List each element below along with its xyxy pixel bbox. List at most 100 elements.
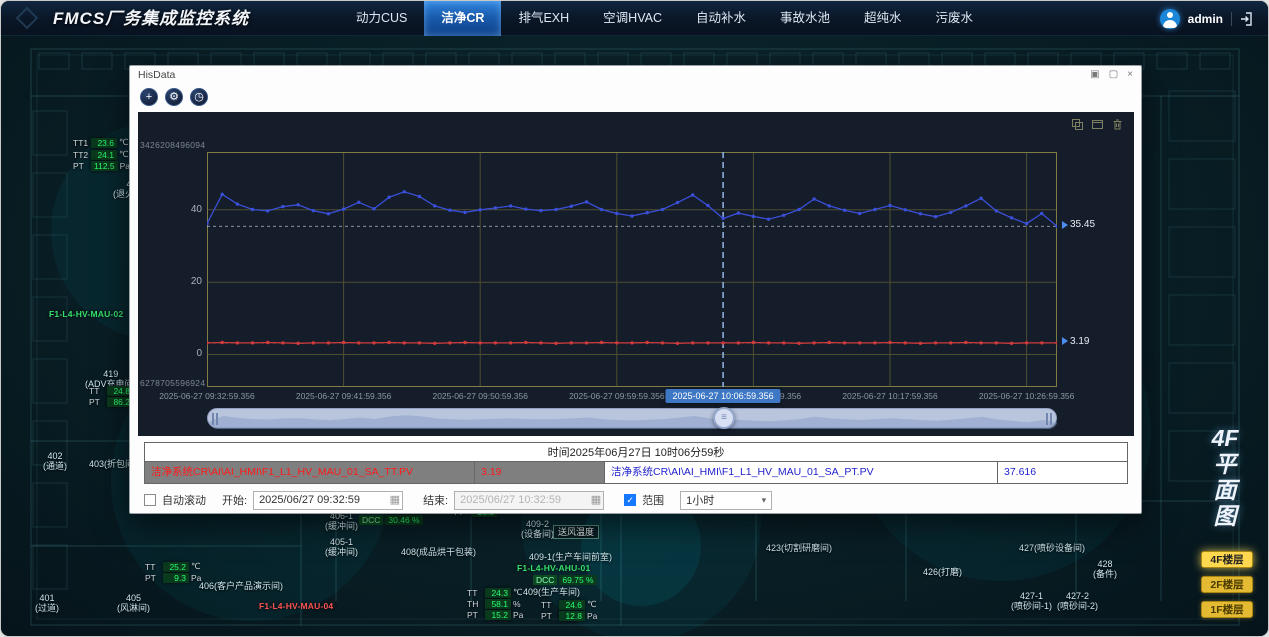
logout-icon[interactable] <box>1240 11 1256 27</box>
sensor-value: 24.6 <box>559 600 585 610</box>
values-table: 时间2025年06月27日 10时06分59秒 洁净系统CR\AI\AI_HMI… <box>144 442 1128 484</box>
user-avatar-icon[interactable] <box>1160 9 1180 29</box>
equipment-tag[interactable]: F1-L4-HV-MAU-02 <box>49 309 123 319</box>
sensor-row: TT224.1℃ <box>73 149 130 160</box>
chart-corner-icons <box>1071 118 1124 131</box>
auto-scroll-label: 自动滚动 <box>162 492 206 508</box>
chart-delete-icon[interactable] <box>1111 118 1124 131</box>
value-cell[interactable]: 3.19 <box>475 462 605 483</box>
floor-button-1[interactable]: 4F楼层 <box>1201 551 1253 568</box>
sensor-readout: TT24.6℃PT12.8Pa <box>541 599 597 622</box>
equipment-tag[interactable]: F1-L4-HV-MAU-04 <box>259 601 333 611</box>
value-cell[interactable]: 37.616 <box>998 462 1127 483</box>
floor-button-2[interactable]: 2F楼层 <box>1201 576 1253 593</box>
sensor-label: PT <box>467 610 483 620</box>
sensor-value: 9.3 <box>163 573 189 583</box>
avatar-head <box>1167 12 1173 18</box>
y-tick-label: 0 <box>176 348 202 359</box>
chart-copy-icon[interactable] <box>1071 118 1084 131</box>
user-name: admin <box>1188 12 1223 26</box>
app-frame: 430 (退火车间)419 (ADV充电间)402 (通道)403(折包间)40… <box>1 1 1268 636</box>
x-tick-label: 2025-06-27 10:17:59.356 <box>842 391 937 401</box>
sensor-unit: % <box>513 599 521 609</box>
nav-item-5[interactable]: 自动补水 <box>679 1 763 36</box>
room-label: 427-1 (喷砂间-1) <box>1011 591 1052 612</box>
sensor-readout: TT24.3℃TH58.1%PT15.2Pa <box>467 587 523 621</box>
interval-select[interactable]: 1小时 ▾ <box>680 491 772 510</box>
window-titlebar[interactable]: HisData ▣▢× <box>130 66 1141 84</box>
end-label: 结束: <box>423 492 448 508</box>
maximize-icon[interactable]: ▢ <box>1109 68 1118 82</box>
sensor-row: PT9.3Pa <box>145 573 201 583</box>
calendar-icon[interactable]: ▦ <box>390 493 400 506</box>
floor-button-3[interactable]: 1F楼层 <box>1201 601 1253 618</box>
restore-icon[interactable]: ▣ <box>1090 68 1099 82</box>
series-value-text: 35.45 <box>1070 219 1095 230</box>
dcc-value: 30.46 % <box>385 515 422 525</box>
room-label: 408(成品烘干包装) <box>401 547 476 557</box>
sensor-readout: TT25.2℃PT9.3Pa <box>145 561 201 584</box>
room-label: 402 (通道) <box>43 451 67 472</box>
divider <box>1231 12 1232 26</box>
settings-button[interactable]: ⚙ <box>165 88 183 106</box>
sensor-unit: ℃ <box>119 149 129 160</box>
sensor-row: PT12.8Pa <box>541 611 597 621</box>
range-label: 范围 <box>642 492 664 508</box>
room-label: 427(喷砂设备间) <box>1019 543 1085 553</box>
scrollbar-left-grip[interactable] <box>212 413 218 425</box>
tag-cell[interactable]: 洁净系统CR\AI\AI_HMI\F1_L1_HV_MAU_01_SA_TT.P… <box>145 462 475 483</box>
sensor-label: PT <box>541 611 557 621</box>
sensor-value: 15.2 <box>485 610 511 620</box>
start-datetime-input[interactable] <box>253 491 403 510</box>
nav-item-3[interactable]: 排气EXH <box>501 1 586 36</box>
sensor-unit: ℃ <box>513 587 523 598</box>
time-scrollbar[interactable]: ≡ <box>207 408 1057 428</box>
sensor-label: PT <box>145 573 161 583</box>
time-controls: 自动滚动 开始: ▦ 结束: ▦ ✓ 范围 1小时 ▾ <box>144 490 772 510</box>
range-checkbox[interactable]: ✓ <box>624 494 636 506</box>
sensor-label: PT <box>73 161 89 171</box>
sensor-row: TT25.2℃ <box>145 561 201 572</box>
nav-item-7[interactable]: 超纯水 <box>847 1 919 36</box>
app-logo-icon <box>16 7 39 30</box>
sensor-value: 58.1 <box>485 599 511 609</box>
sensor-row: TH58.1% <box>467 599 523 609</box>
y-tick-label: 20 <box>176 276 202 287</box>
sensor-unit: Pa <box>587 611 597 621</box>
dcc-readout[interactable]: DCC69.75 % <box>533 575 597 585</box>
axis-id-bottom: 6278705596924 <box>140 378 205 388</box>
end-datetime-input[interactable] <box>454 491 604 510</box>
sensor-unit: Pa <box>513 610 523 620</box>
scrollbar-handle[interactable]: ≡ <box>713 407 735 429</box>
sensor-value: 12.8 <box>559 611 585 621</box>
sensor-label: TH <box>467 599 483 609</box>
user-area: admin <box>1160 1 1256 36</box>
nav-item-8[interactable]: 污废水 <box>919 1 991 36</box>
x-tick-label: 2025-06-27 09:50:59.356 <box>432 391 527 401</box>
nav-item-1[interactable]: 动力CUS <box>339 1 424 36</box>
room-label: 405 (风淋间) <box>117 593 150 614</box>
auto-scroll-checkbox[interactable] <box>144 494 156 506</box>
nav-item-2[interactable]: 洁净CR <box>424 1 501 36</box>
floor-selector: 4F楼层 2F楼层 1F楼层 <box>1201 551 1253 626</box>
dcc-label: DCC <box>359 515 383 525</box>
nav-item-6[interactable]: 事故水池 <box>763 1 847 36</box>
sensor-label: TT2 <box>73 150 89 160</box>
tag-cell[interactable]: 洁净系统CR\AI\AI_HMI\F1_L1_HV_MAU_01_SA_PT.P… <box>605 462 998 483</box>
nav-item-4[interactable]: 空调HVAC <box>586 1 679 36</box>
dcc-readout[interactable]: DCC30.46 % <box>359 515 423 525</box>
calendar-icon[interactable]: ▦ <box>591 493 601 506</box>
time-range-button[interactable]: ◷ <box>190 88 208 106</box>
room-label: 406(客户产品演示间) <box>199 581 283 591</box>
series-value-label: 35.45 <box>1062 219 1095 230</box>
close-icon[interactable]: × <box>1127 68 1133 82</box>
equipment-tag[interactable]: F1-L4-HV-AHU-01 <box>517 563 590 573</box>
cursor-time-tooltip[interactable]: 2025-06-27 10:06:59.356 <box>666 389 781 403</box>
table-row[interactable]: 洁净系统CR\AI\AI_HMI\F1_L1_HV_MAU_01_SA_TT.P… <box>144 462 1128 484</box>
avatar-body <box>1163 20 1177 28</box>
add-curve-button[interactable]: + <box>140 88 158 106</box>
scrollbar-right-grip[interactable] <box>1046 413 1052 425</box>
history-chart[interactable] <box>207 152 1057 387</box>
chart-window-icon[interactable] <box>1091 118 1104 131</box>
room-label: 406-1 (缓冲间) <box>325 511 358 532</box>
